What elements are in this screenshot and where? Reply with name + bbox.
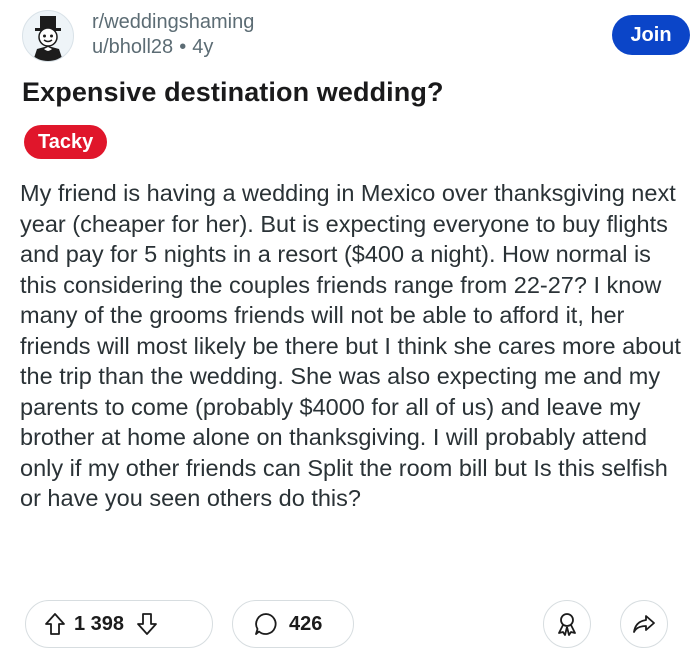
- post-meta: u/bholl28 • 4y: [92, 36, 213, 59]
- award-button[interactable]: [543, 600, 591, 648]
- post-body: My friend is having a wedding in Mexico …: [20, 180, 681, 511]
- groom-avatar-icon: [33, 16, 63, 61]
- author-name[interactable]: u/bholl28: [92, 36, 173, 58]
- post-actions-bar: 1 398 426: [0, 598, 700, 648]
- share-icon: [633, 615, 655, 633]
- join-button[interactable]: Join: [612, 15, 690, 55]
- upvote-icon: [45, 613, 65, 635]
- post-header: r/weddingshaming u/bholl28 • 4y Join: [22, 8, 692, 62]
- post-title: Expensive destination wedding?: [22, 77, 444, 107]
- vote-control: 1 398: [25, 600, 213, 648]
- subreddit-name[interactable]: r/weddingshaming: [92, 11, 254, 34]
- downvote-button[interactable]: [136, 612, 158, 636]
- upvote-button[interactable]: [44, 612, 66, 636]
- share-button[interactable]: [620, 600, 668, 648]
- comments-button[interactable]: 426: [232, 600, 354, 648]
- post-age: 4y: [192, 36, 214, 58]
- comment-icon: [255, 613, 277, 635]
- meta-separator: •: [179, 36, 187, 58]
- subreddit-avatar[interactable]: [22, 10, 74, 62]
- award-icon: [558, 613, 576, 636]
- upvote-count: 1 398: [74, 612, 125, 635]
- downvote-icon: [137, 613, 157, 635]
- post-flair[interactable]: Tacky: [24, 125, 108, 159]
- comment-count: 426: [289, 612, 323, 635]
- comment-icon-wrap: [253, 611, 279, 637]
